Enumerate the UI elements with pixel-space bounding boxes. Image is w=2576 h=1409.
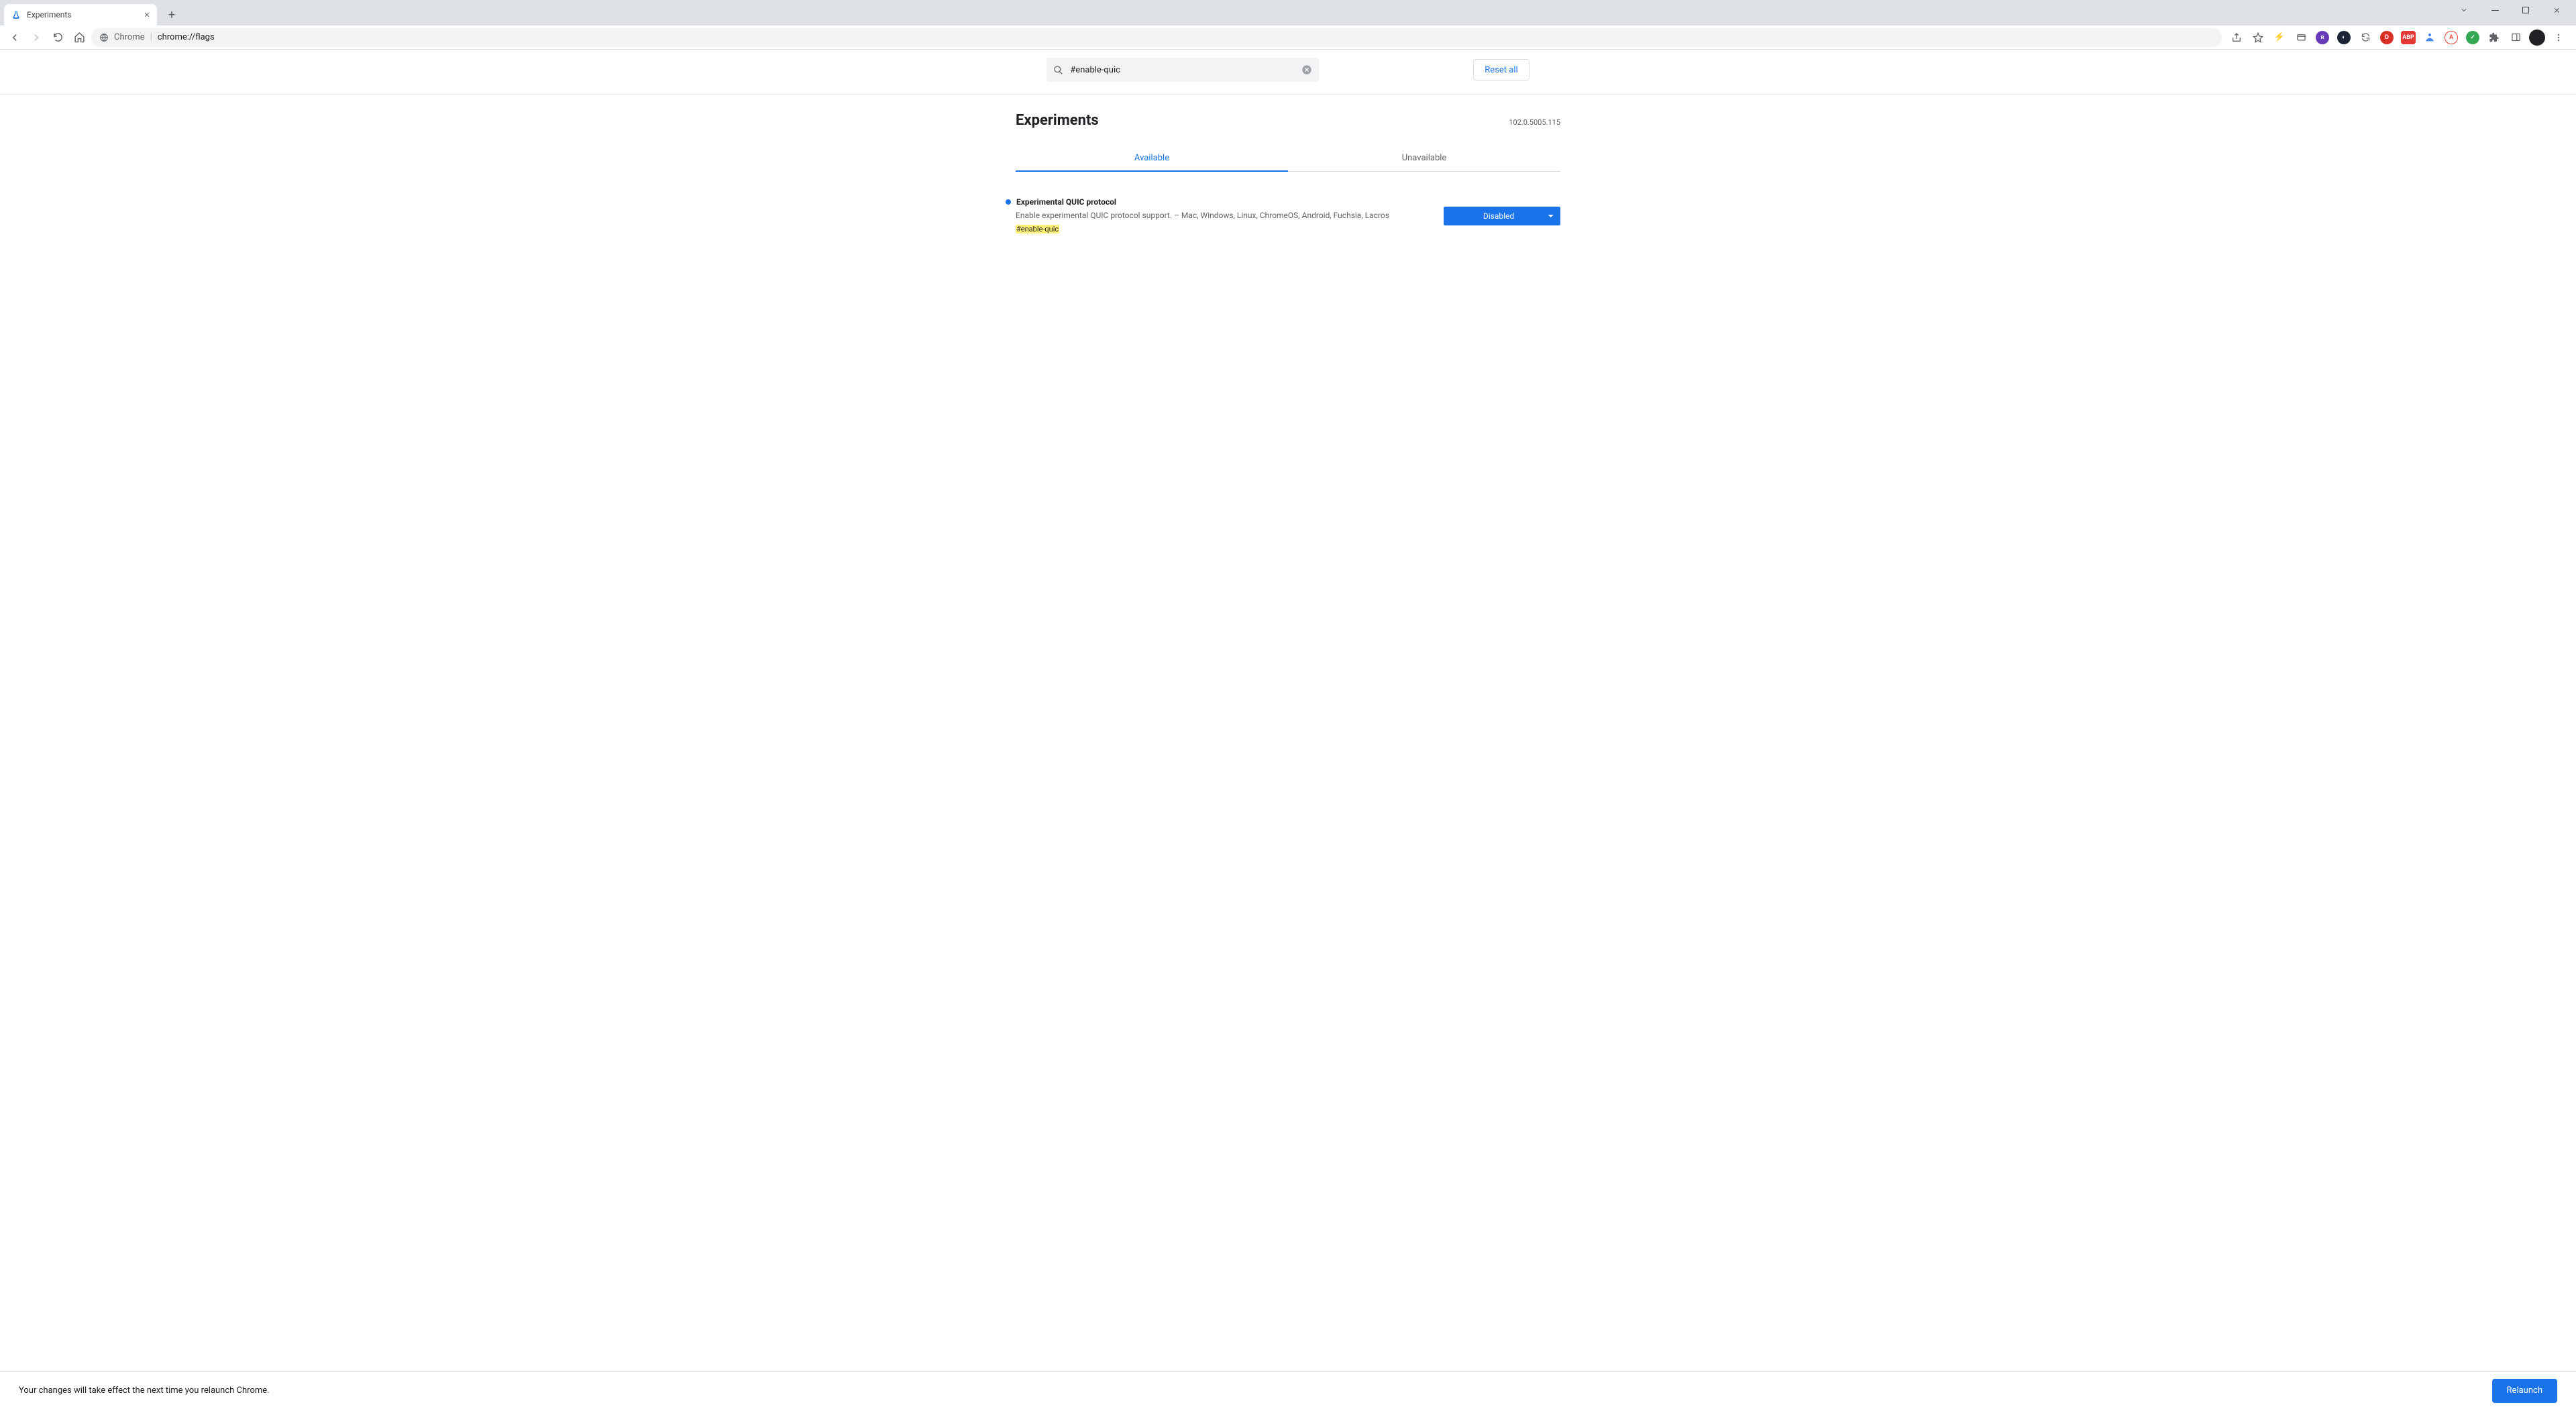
green-check-icon[interactable]: ✓: [2465, 30, 2481, 46]
tab-unavailable[interactable]: Unavailable: [1288, 145, 1560, 171]
forward-button: [27, 28, 46, 47]
address-bar[interactable]: Chrome | chrome://flags: [91, 28, 2222, 47]
window-controls: [2449, 0, 2572, 25]
dark-ext-icon[interactable]: ◐: [2336, 30, 2352, 46]
abp-ext-icon[interactable]: ABP: [2400, 30, 2416, 46]
relaunch-message: Your changes will take effect the next t…: [19, 1386, 270, 1396]
relaunch-button[interactable]: Relaunch: [2492, 1379, 2557, 1403]
globe-icon: [99, 33, 109, 42]
search-row: Reset all: [0, 50, 2576, 95]
reset-all-button[interactable]: Reset all: [1473, 59, 1529, 81]
maximize-button[interactable]: [2510, 0, 2541, 20]
avatar[interactable]: [2529, 30, 2545, 46]
tab-available[interactable]: Available: [1016, 145, 1288, 171]
star-icon[interactable]: [2250, 30, 2266, 46]
flag-hash: #enable-quic: [1016, 225, 1059, 233]
blue-ext-icon[interactable]: [2422, 30, 2438, 46]
extension-area: ⚡ ʀ ◐ D ABP A ✓: [2224, 30, 2571, 46]
browser-tab[interactable]: Experiments: [4, 4, 157, 25]
flag-item: Experimental QUIC protocol Enable experi…: [1016, 172, 1560, 234]
close-icon[interactable]: [144, 11, 150, 18]
minimize-button[interactable]: [2479, 0, 2510, 20]
flag-state-select[interactable]: Disabled: [1444, 207, 1560, 225]
home-button[interactable]: [70, 28, 89, 47]
search-icon: [1053, 65, 1063, 75]
share-icon[interactable]: [2229, 30, 2245, 46]
reload-button[interactable]: [48, 28, 67, 47]
content-column: Experiments 102.0.5005.115 Available Una…: [1016, 95, 1560, 261]
flag-title: Experimental QUIC protocol: [1016, 197, 1116, 207]
flag-description: Enable experimental QUIC protocol suppor…: [1016, 209, 1411, 221]
close-window-button[interactable]: [2541, 0, 2572, 20]
new-tab-button[interactable]: +: [162, 5, 181, 24]
back-button[interactable]: [5, 28, 24, 47]
version-label: 102.0.5005.115: [1509, 118, 1560, 127]
url-prefix: Chrome: [114, 32, 145, 42]
page-title: Experiments: [1016, 112, 1099, 129]
flags-page: Reset all Experiments 102.0.5005.115 Ava…: [0, 50, 2576, 1409]
sync-icon[interactable]: [2357, 30, 2373, 46]
changed-indicator-icon: [1006, 199, 1011, 205]
wallet-icon[interactable]: [2293, 30, 2309, 46]
bolt-icon[interactable]: ⚡: [2271, 30, 2288, 46]
search-input[interactable]: [1070, 65, 1295, 75]
purple-ext-icon[interactable]: ʀ: [2314, 30, 2330, 46]
chevron-down-icon[interactable]: [2449, 0, 2479, 20]
tab-bar: Available Unavailable: [1016, 145, 1560, 172]
tab-strip: Experiments +: [0, 0, 2576, 25]
orange-a-icon[interactable]: A: [2443, 30, 2459, 46]
panel-icon[interactable]: [2508, 30, 2524, 46]
search-box[interactable]: [1046, 58, 1319, 82]
flask-icon: [11, 9, 21, 20]
url-divider: |: [150, 32, 152, 42]
nav-toolbar: Chrome | chrome://flags ⚡ ʀ ◐ D ABP A ✓: [0, 25, 2576, 50]
red-ext-icon[interactable]: D: [2379, 30, 2395, 46]
relaunch-bar: Your changes will take effect the next t…: [0, 1371, 2576, 1409]
tab-title: Experiments: [27, 10, 72, 19]
url-path: chrome://flags: [158, 32, 215, 42]
clear-search-icon[interactable]: [1301, 64, 1312, 75]
puzzle-icon[interactable]: [2486, 30, 2502, 46]
kebab-menu-icon[interactable]: [2551, 30, 2567, 46]
